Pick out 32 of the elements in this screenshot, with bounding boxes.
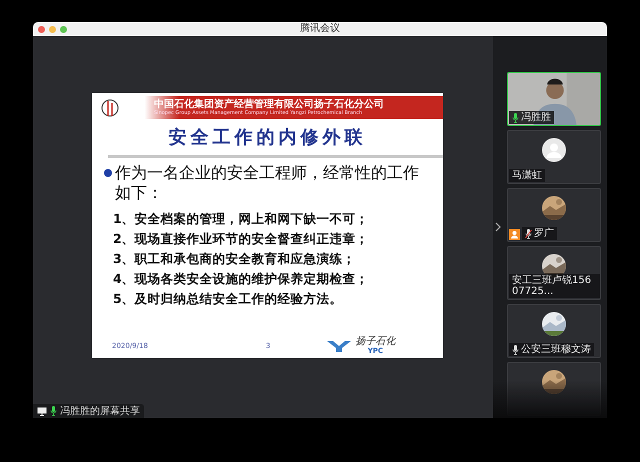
participant-name: 马潇虹	[512, 170, 542, 181]
participant-tile[interactable]: 公安三班穆文涛	[507, 304, 601, 358]
list-item: 3、职工和承包商的安全教育和应急演练；	[113, 251, 357, 266]
participant-tile[interactable]: 马潇虹	[507, 130, 601, 184]
bullet-text: 作为一名企业的安全工程师，经常性的工作如下：	[115, 163, 420, 203]
zoom-button[interactable]	[60, 26, 67, 32]
company-name: 中国石化集团资产经营管理有限公司扬子石化分公司	[154, 99, 384, 110]
list-item: 2、现场直接作业环节的安全督查纠正违章；	[113, 231, 370, 246]
list-item: 1、安全档案的管理，网上和网下缺一不可；	[113, 211, 370, 226]
status-label: 冯胜胜的屏幕共享	[60, 404, 140, 418]
participant-name: 安工三班卢锐15607725...	[512, 275, 592, 297]
list-item: 4、现场各类安全设施的维护保养定期检查；	[113, 271, 370, 286]
minimize-button[interactable]	[49, 26, 56, 32]
window-title: 腾讯会议	[299, 22, 341, 36]
participant-tile[interactable]: 罗广	[507, 188, 601, 242]
company-logo-icon	[326, 339, 352, 353]
screen-share-icon	[37, 406, 47, 416]
chevron-right-icon[interactable]	[495, 222, 501, 232]
bullet-icon	[104, 169, 112, 177]
slide-title: 安全工作的内修外联	[168, 126, 366, 149]
participant-name: 公安三班穆文涛	[521, 344, 591, 355]
company-logo-icon	[100, 98, 120, 118]
participant-name: 冯胜胜	[521, 112, 551, 123]
participant-name: 罗广	[534, 228, 554, 239]
participant-tile[interactable]: 冯胜胜	[507, 72, 601, 126]
mic-icon	[50, 406, 57, 416]
logo-text: 扬子石化	[355, 337, 396, 347]
participant-tile[interactable]: 安工三班卢锐15607725...	[507, 246, 601, 300]
close-button[interactable]	[38, 26, 45, 32]
participant-tile[interactable]	[507, 362, 601, 416]
default-avatar-icon	[542, 138, 566, 162]
list-item: 5、及时归纳总结安全工作的经验方法。	[113, 291, 344, 306]
